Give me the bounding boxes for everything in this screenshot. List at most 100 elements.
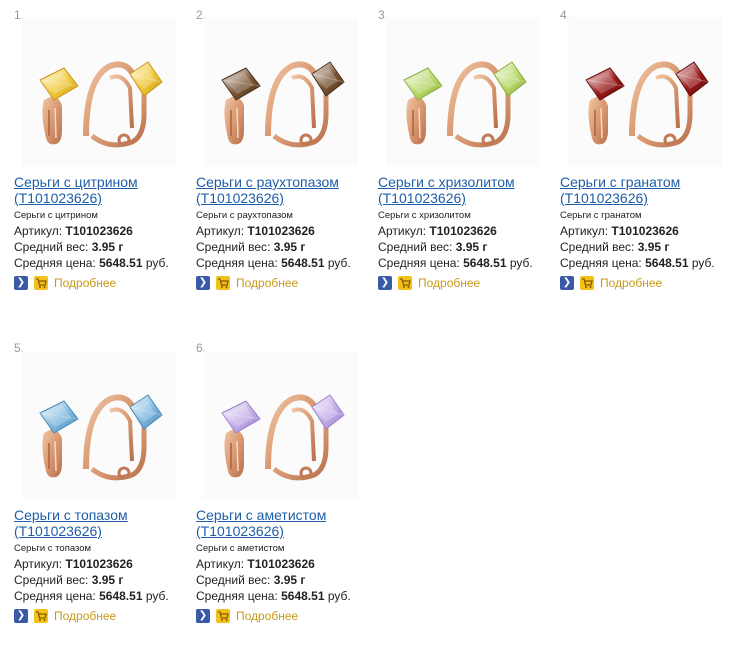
weight-row: Средний вес: 3.95 г bbox=[196, 239, 372, 255]
product-image[interactable] bbox=[204, 18, 358, 166]
currency-label: руб. bbox=[691, 256, 715, 270]
weight-label: Средний вес: bbox=[14, 573, 89, 587]
price-value: 5648.51 bbox=[99, 589, 143, 603]
currency-label: руб. bbox=[145, 256, 169, 270]
price-value: 5648.51 bbox=[281, 589, 325, 603]
arrow-right-icon[interactable]: ❯ bbox=[196, 609, 210, 623]
price-value: 5648.51 bbox=[99, 256, 143, 270]
arrow-right-icon[interactable]: ❯ bbox=[14, 609, 28, 623]
price-value: 5648.51 bbox=[645, 256, 689, 270]
currency-label: руб. bbox=[327, 256, 351, 270]
weight-label: Средний вес: bbox=[196, 573, 271, 587]
product-description: Серьги с цитрином bbox=[14, 210, 98, 221]
price-label: Средняя цена: bbox=[560, 256, 642, 270]
earrings-image bbox=[221, 394, 345, 481]
cart-icon[interactable] bbox=[34, 609, 48, 623]
weight-value: 3.95 г bbox=[637, 240, 670, 254]
product-title-link[interactable]: Серьги с аметистом (Т101023626) bbox=[196, 507, 372, 539]
weight-value: 3.95 г bbox=[455, 240, 488, 254]
arrow-right-icon[interactable]: ❯ bbox=[196, 276, 210, 290]
article-label: Артикул: bbox=[196, 557, 245, 571]
product-grid: 1. Серьги с цитрином (Т101023626) Серьги… bbox=[0, 0, 746, 650]
price-value: 5648.51 bbox=[463, 256, 507, 270]
price-row: Средняя цена: 5648.51 руб. bbox=[196, 588, 372, 604]
price-value: 5648.51 bbox=[281, 256, 325, 270]
more-details-link[interactable]: Подробнее bbox=[54, 609, 116, 623]
more-details-link[interactable]: Подробнее bbox=[418, 276, 480, 290]
weight-value: 3.95 г bbox=[91, 573, 124, 587]
article-value: Т101023626 bbox=[65, 557, 133, 571]
product-image[interactable] bbox=[204, 351, 358, 499]
product-title-link[interactable]: Серьги с гранатом (Т101023626) bbox=[560, 174, 736, 206]
product-image[interactable] bbox=[22, 351, 176, 499]
price-row: Средняя цена: 5648.51 руб. bbox=[560, 255, 736, 271]
weight-value: 3.95 г bbox=[273, 573, 306, 587]
earrings-image bbox=[403, 61, 527, 148]
article-row: Артикул: Т101023626 bbox=[196, 223, 372, 239]
price-row: Средняя цена: 5648.51 руб. bbox=[14, 588, 190, 604]
price-label: Средняя цена: bbox=[378, 256, 460, 270]
price-row: Средняя цена: 5648.51 руб. bbox=[14, 255, 190, 271]
more-details-link[interactable]: Подробнее bbox=[600, 276, 662, 290]
arrow-right-icon[interactable]: ❯ bbox=[560, 276, 574, 290]
cart-icon[interactable] bbox=[216, 276, 230, 290]
article-value: Т101023626 bbox=[247, 224, 315, 238]
article-label: Артикул: bbox=[14, 224, 63, 238]
cart-icon[interactable] bbox=[398, 276, 412, 290]
product-description: Серьги с аметистом bbox=[196, 543, 285, 554]
earrings-image bbox=[585, 61, 709, 148]
article-label: Артикул: bbox=[378, 224, 427, 238]
earrings-image bbox=[39, 61, 163, 148]
weight-row: Средний вес: 3.95 г bbox=[378, 239, 554, 255]
cart-icon[interactable] bbox=[216, 609, 230, 623]
weight-label: Средний вес: bbox=[14, 240, 89, 254]
weight-row: Средний вес: 3.95 г bbox=[560, 239, 736, 255]
price-row: Средняя цена: 5648.51 руб. bbox=[378, 255, 554, 271]
price-row: Средняя цена: 5648.51 руб. bbox=[196, 255, 372, 271]
weight-label: Средний вес: bbox=[196, 240, 271, 254]
price-label: Средняя цена: bbox=[14, 256, 96, 270]
article-label: Артикул: bbox=[560, 224, 609, 238]
product-description: Серьги с раухтопазом bbox=[196, 210, 293, 221]
article-row: Артикул: Т101023626 bbox=[196, 556, 372, 572]
arrow-right-icon[interactable]: ❯ bbox=[378, 276, 392, 290]
more-details-link[interactable]: Подробнее bbox=[236, 609, 298, 623]
currency-label: руб. bbox=[145, 589, 169, 603]
product-title-link[interactable]: Серьги с цитрином (Т101023626) bbox=[14, 174, 190, 206]
weight-label: Средний вес: bbox=[560, 240, 635, 254]
arrow-right-icon[interactable]: ❯ bbox=[14, 276, 28, 290]
article-value: Т101023626 bbox=[65, 224, 133, 238]
article-value: Т101023626 bbox=[611, 224, 679, 238]
article-label: Артикул: bbox=[14, 557, 63, 571]
article-row: Артикул: Т101023626 bbox=[560, 223, 736, 239]
product-description: Серьги с гранатом bbox=[560, 210, 642, 221]
weight-row: Средний вес: 3.95 г bbox=[196, 572, 372, 588]
currency-label: руб. bbox=[509, 256, 533, 270]
product-description: Серьги с топазом bbox=[14, 543, 92, 554]
product-image[interactable] bbox=[568, 18, 722, 166]
weight-value: 3.95 г bbox=[91, 240, 124, 254]
cart-icon[interactable] bbox=[34, 276, 48, 290]
weight-label: Средний вес: bbox=[378, 240, 453, 254]
product-title-link[interactable]: Серьги с раухтопазом (Т101023626) bbox=[196, 174, 372, 206]
cart-icon[interactable] bbox=[580, 276, 594, 290]
product-image[interactable] bbox=[22, 18, 176, 166]
price-label: Средняя цена: bbox=[196, 589, 278, 603]
more-details-link[interactable]: Подробнее bbox=[236, 276, 298, 290]
product-title-link[interactable]: Серьги с топазом (Т101023626) bbox=[14, 507, 190, 539]
product-description: Серьги с хризолитом bbox=[378, 210, 471, 221]
more-details-link[interactable]: Подробнее bbox=[54, 276, 116, 290]
weight-row: Средний вес: 3.95 г bbox=[14, 239, 190, 255]
price-label: Средняя цена: bbox=[196, 256, 278, 270]
weight-row: Средний вес: 3.95 г bbox=[14, 572, 190, 588]
article-row: Артикул: Т101023626 bbox=[378, 223, 554, 239]
currency-label: руб. bbox=[327, 589, 351, 603]
article-row: Артикул: Т101023626 bbox=[14, 556, 190, 572]
article-row: Артикул: Т101023626 bbox=[14, 223, 190, 239]
price-label: Средняя цена: bbox=[14, 589, 96, 603]
article-value: Т101023626 bbox=[429, 224, 497, 238]
weight-value: 3.95 г bbox=[273, 240, 306, 254]
product-image[interactable] bbox=[386, 18, 540, 166]
earrings-image bbox=[221, 61, 345, 148]
product-title-link[interactable]: Серьги с хризолитом (Т101023626) bbox=[378, 174, 554, 206]
